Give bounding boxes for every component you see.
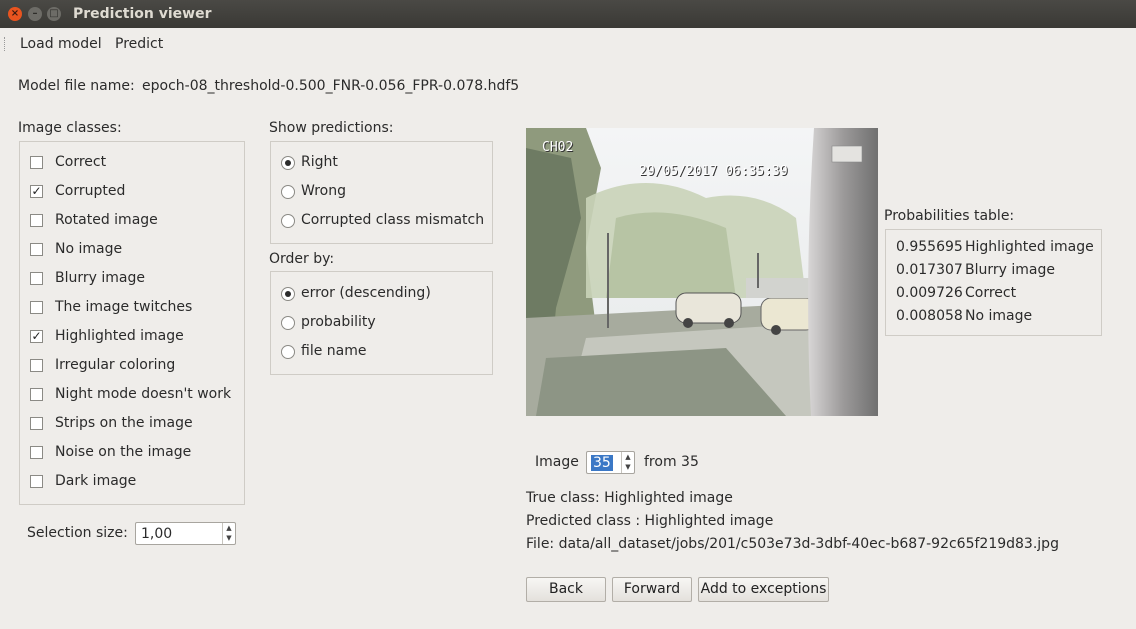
model-file-label: Model file name: <box>18 78 135 94</box>
checkbox[interactable]: ✓ <box>30 330 43 343</box>
radio-corrupted-class-mismatch[interactable]: Corrupted class mismatch <box>281 212 485 233</box>
image-index-value: 35 <box>591 455 613 471</box>
checkbox[interactable] <box>30 156 43 169</box>
checkbox-label: Irregular coloring <box>55 357 176 373</box>
probability-class: Highlighted image <box>965 239 1094 255</box>
image-index-spinbox[interactable]: 35 ▲ ▼ <box>586 451 635 474</box>
selection-size-spinbox[interactable]: 1,00 ▲ ▼ <box>135 522 236 545</box>
menu-load-model[interactable]: Load model <box>20 36 102 52</box>
class-option-corrupted[interactable]: ✓ Corrupted <box>30 183 236 204</box>
image-nav-label: Image <box>535 454 579 470</box>
menu-predict[interactable]: Predict <box>115 36 163 52</box>
radio-dot <box>285 291 291 297</box>
file-path-text: File: data/all_dataset/jobs/201/c503e73d… <box>526 536 1059 552</box>
probability-class: Correct <box>965 285 1017 301</box>
class-option-the-image-twitches[interactable]: The image twitches <box>30 299 236 320</box>
radio-right[interactable]: Right <box>281 154 481 175</box>
class-option-blurry-image[interactable]: Blurry image <box>30 270 236 291</box>
radio-label: file name <box>301 343 367 359</box>
checkbox-label: No image <box>55 241 123 257</box>
radio-label: Corrupted class mismatch <box>301 212 485 228</box>
class-option-correct[interactable]: Correct <box>30 154 236 175</box>
probability-value: 0.017307 <box>896 262 963 278</box>
radio-label: Right <box>301 154 338 170</box>
spin-arrows[interactable]: ▲ ▼ <box>222 523 235 544</box>
probability-value: 0.009726 <box>896 285 963 301</box>
checkbox[interactable] <box>30 446 43 459</box>
checkbox-label: Corrupted <box>55 183 126 199</box>
toolbar-grip <box>4 37 7 51</box>
true-class-text: True class: Highlighted image <box>526 490 733 506</box>
probability-class: Blurry image <box>965 262 1055 278</box>
radio-label: probability <box>301 314 376 330</box>
probability-class: No image <box>965 308 1033 324</box>
class-option-dark-image[interactable]: Dark image <box>30 473 236 494</box>
checkbox[interactable] <box>30 301 43 314</box>
checkbox[interactable] <box>30 359 43 372</box>
image-count-text: from 35 <box>644 454 699 470</box>
predicted-class-text: Predicted class : Highlighted image <box>526 513 774 529</box>
window-title: Prediction viewer <box>73 6 212 22</box>
class-option-highlighted-image[interactable]: ✓ Highlighted image <box>30 328 236 349</box>
selection-size-label: Selection size: <box>27 525 128 541</box>
radio-wrong[interactable]: Wrong <box>281 183 481 204</box>
checkbox-label: The image twitches <box>55 299 193 315</box>
overlay-channel: CH02 <box>542 140 574 155</box>
menu-bar: Load model Predict <box>0 28 1136 60</box>
checkbox-label: Night mode doesn't work <box>55 386 232 402</box>
checkbox-label: Strips on the image <box>55 415 193 431</box>
radio-button[interactable] <box>281 156 295 170</box>
class-option-strips-on-the-image[interactable]: Strips on the image <box>30 415 236 436</box>
preview-image: CH02 29/05/2017 06:35:39 <box>526 128 878 416</box>
radio-button[interactable] <box>281 345 295 359</box>
radio-error-descending[interactable]: error (descending) <box>281 285 481 306</box>
checkbox-label: Correct <box>55 154 107 170</box>
minimize-icon[interactable]: – <box>28 7 42 21</box>
selection-size-value: 1,00 <box>141 526 173 542</box>
checkbox-label: Dark image <box>55 473 137 489</box>
class-option-irregular-coloring[interactable]: Irregular coloring <box>30 357 236 378</box>
checkbox[interactable]: ✓ <box>30 185 43 198</box>
class-option-noise-on-the-image[interactable]: Noise on the image <box>30 444 236 465</box>
checkbox[interactable] <box>30 272 43 285</box>
spin-arrows[interactable]: ▲ ▼ <box>621 452 634 473</box>
model-file-value: epoch-08_threshold-0.500_FNR-0.056_FPR-0… <box>142 78 520 94</box>
checkbox[interactable] <box>30 388 43 401</box>
close-icon[interactable]: × <box>8 7 22 21</box>
radio-button[interactable] <box>281 287 295 301</box>
radio-button[interactable] <box>281 316 295 330</box>
checkbox-label: Noise on the image <box>55 444 192 460</box>
checkbox-label: Highlighted image <box>55 328 184 344</box>
image-classes-label: Image classes: <box>18 120 122 136</box>
add-to-exceptions-button[interactable]: Add to exceptions <box>698 577 829 602</box>
radio-probability[interactable]: probability <box>281 314 481 335</box>
back-button[interactable]: Back <box>526 577 606 602</box>
probability-value: 0.008058 <box>896 308 963 324</box>
overlay-timestamp: 29/05/2017 06:35:39 <box>639 164 788 179</box>
radio-button[interactable] <box>281 185 295 199</box>
probability-value: 0.955695 <box>896 239 963 255</box>
checkbox[interactable] <box>30 475 43 488</box>
radio-label: error (descending) <box>301 285 431 301</box>
checkbox[interactable] <box>30 417 43 430</box>
show-predictions-label: Show predictions: <box>269 120 394 136</box>
title-bar: × – □ Prediction viewer <box>0 0 1136 28</box>
checkbox[interactable] <box>30 243 43 256</box>
forward-button[interactable]: Forward <box>612 577 692 602</box>
radio-dot <box>285 160 291 166</box>
checkbox-label: Rotated image <box>55 212 158 228</box>
class-option-rotated-image[interactable]: Rotated image <box>30 212 236 233</box>
maximize-icon[interactable]: □ <box>47 7 61 21</box>
radio-label: Wrong <box>301 183 346 199</box>
radio-button[interactable] <box>281 214 295 228</box>
checkbox[interactable] <box>30 214 43 227</box>
order-by-label: Order by: <box>269 251 335 267</box>
class-option-no-image[interactable]: No image <box>30 241 236 262</box>
class-option-night-mode-doesn-t-work[interactable]: Night mode doesn't work <box>30 386 236 407</box>
radio-file-name[interactable]: file name <box>281 343 481 364</box>
checkbox-label: Blurry image <box>55 270 145 286</box>
probabilities-label: Probabilities table: <box>884 208 1015 224</box>
